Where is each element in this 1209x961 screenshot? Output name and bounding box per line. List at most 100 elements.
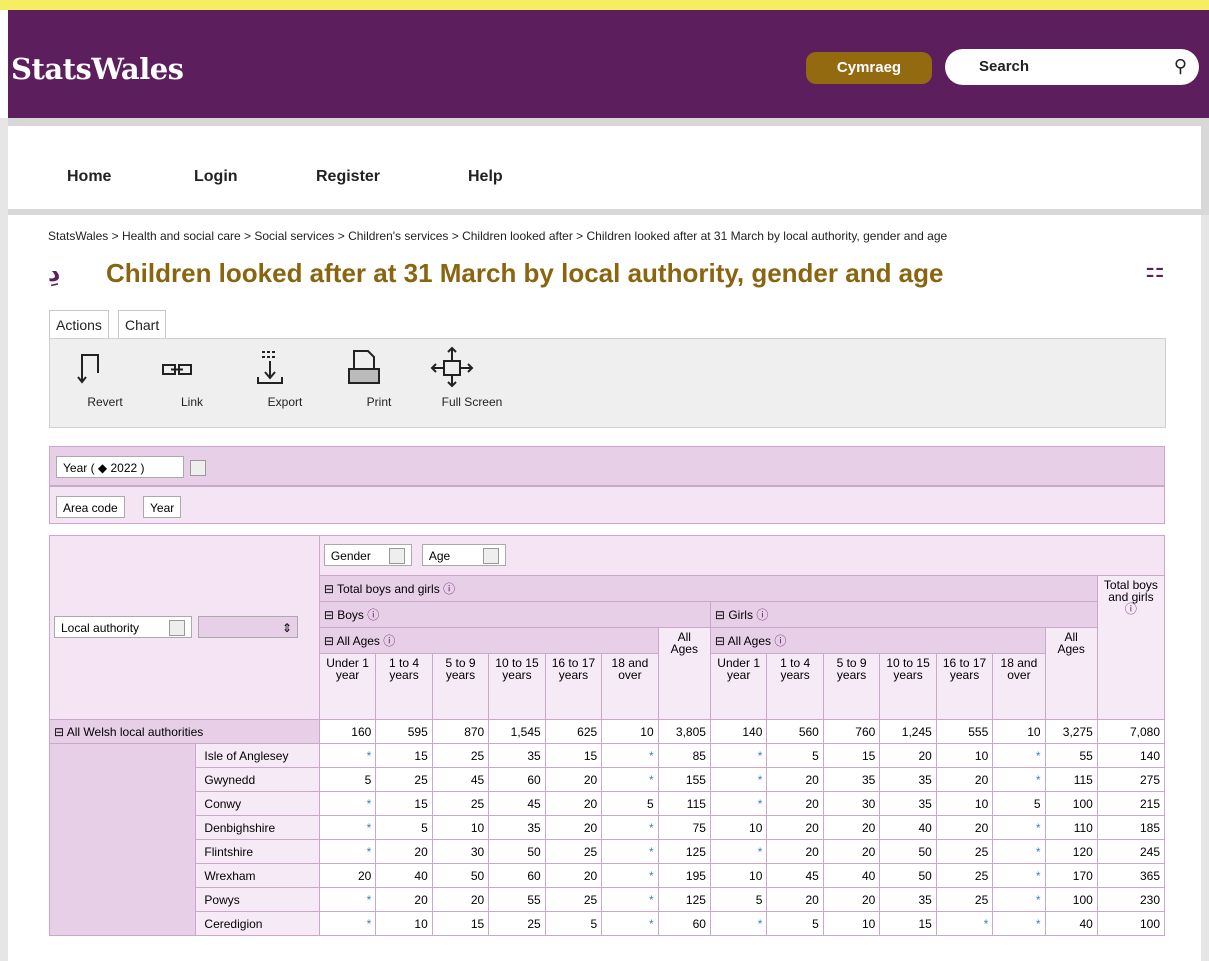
- language-button[interactable]: Cymraeg: [806, 52, 932, 84]
- age-col-header[interactable]: 16 to 17 years: [935, 653, 994, 720]
- breadcrumb-item[interactable]: Health and social care: [122, 229, 241, 243]
- table-cell: 155: [657, 767, 711, 792]
- table-row: Denbighshire * 5 10 35 20 * 75 10 20 20 40 20 * 110 185: [50, 815, 1166, 840]
- table-cell: 100: [1044, 887, 1098, 912]
- boys-all-ages-col[interactable]: All Ages: [657, 627, 711, 720]
- table-cell: *: [601, 911, 659, 936]
- row-header[interactable]: Powys: [195, 887, 320, 912]
- export-button[interactable]: Export: [250, 345, 320, 409]
- table-cell: 25: [431, 791, 490, 816]
- row-header[interactable]: Flintshire: [195, 839, 320, 864]
- boys-all-ages-header[interactable]: ⊟ All Ages ⓘ: [318, 627, 659, 654]
- table-cell: *: [318, 911, 377, 936]
- table-cell: 140: [1096, 743, 1166, 768]
- breadcrumb-item[interactable]: Children looked after: [462, 229, 573, 243]
- row-header[interactable]: Isle of Anglesey: [195, 743, 320, 768]
- column-dims: Gender Age: [318, 535, 1166, 576]
- table-cell: 870: [431, 719, 490, 744]
- link-button[interactable]: Link: [157, 345, 227, 409]
- row-header[interactable]: Conwy: [195, 791, 320, 816]
- row-header[interactable]: Ceredigion: [195, 911, 320, 936]
- age-col-header[interactable]: 5 to 9 years: [822, 653, 881, 720]
- info-icon[interactable]: ⓘ: [1125, 602, 1137, 616]
- table-cell: 10: [375, 911, 433, 936]
- age-col-header[interactable]: 10 to 15 years: [879, 653, 937, 720]
- age-col-header[interactable]: 16 to 17 years: [544, 653, 603, 720]
- table-cell: *: [601, 743, 659, 768]
- year-button[interactable]: Year: [143, 496, 182, 518]
- table-cell: 20: [375, 887, 433, 912]
- area-code-button[interactable]: Area code: [56, 496, 125, 518]
- breadcrumb-item[interactable]: StatsWales: [48, 229, 108, 243]
- nav-home[interactable]: Home: [67, 168, 111, 186]
- table-cell: 100: [1044, 791, 1098, 816]
- table-cell: 50: [431, 863, 490, 888]
- age-col-header[interactable]: 1 to 4 years: [375, 653, 433, 720]
- age-col-header[interactable]: 18 and over: [992, 653, 1046, 720]
- revert-button[interactable]: Revert: [70, 345, 140, 409]
- table-cell: 40: [375, 863, 433, 888]
- tab-chart[interactable]: Chart: [118, 310, 167, 339]
- main-nav: Home Login Register Help: [8, 118, 1209, 215]
- local-authority-sort[interactable]: ⇕: [198, 615, 298, 639]
- total-col-header[interactable]: Total boys and girls ⓘ: [1096, 575, 1166, 720]
- row-header[interactable]: Gwynedd: [195, 767, 320, 792]
- search-icon[interactable]: ⚲: [1174, 56, 1187, 77]
- table-cell: 25: [935, 839, 994, 864]
- nav-help[interactable]: Help: [468, 168, 503, 186]
- row-header[interactable]: ⊟ All Welsh local authorities: [49, 719, 320, 744]
- age-col-header[interactable]: Under 1 year: [318, 653, 377, 720]
- total-header[interactable]: ⊟ Total boys and girls ⓘ: [318, 575, 1098, 602]
- table-cell: 275: [1096, 767, 1166, 792]
- breadcrumb-item[interactable]: Children's services: [348, 229, 448, 243]
- gender-filter[interactable]: Gender: [323, 543, 412, 566]
- nav-login[interactable]: Login: [194, 168, 238, 186]
- age-col-header[interactable]: 18 and over: [601, 653, 659, 720]
- age-filter[interactable]: Age: [421, 543, 506, 566]
- table-cell: 365: [1096, 863, 1166, 888]
- breadcrumb-item[interactable]: Social services: [254, 229, 334, 243]
- year-filter[interactable]: Year ( ◆ 2022 ): [56, 456, 206, 478]
- nav-register[interactable]: Register: [316, 168, 380, 186]
- table-cell: 5: [766, 743, 824, 768]
- table-cell: 140: [709, 719, 768, 744]
- local-authority-filter[interactable]: Local authority: [54, 615, 192, 638]
- girls-all-ages-header[interactable]: ⊟ All Ages ⓘ: [709, 627, 1046, 654]
- age-col-header[interactable]: 10 to 15 years: [488, 653, 546, 720]
- table-cell: *: [992, 887, 1046, 912]
- row-header[interactable]: Wrexham: [195, 863, 320, 888]
- table-cell: *: [709, 839, 768, 864]
- chevron-down-icon[interactable]: [482, 547, 499, 564]
- table-cell: 25: [544, 839, 603, 864]
- info-icon[interactable]: ⓘ: [443, 582, 455, 596]
- table-cell: 40: [1044, 911, 1098, 936]
- page-title: Children looked after at 31 March by loc…: [106, 258, 944, 288]
- fullscreen-button[interactable]: Full Screen: [430, 345, 514, 409]
- chevron-down-icon[interactable]: [190, 460, 206, 476]
- info-icon[interactable]: ⓘ: [367, 608, 379, 622]
- info-icon[interactable]: ⓘ: [383, 634, 395, 648]
- search-box[interactable]: Search ⚲: [945, 49, 1199, 85]
- flask-icon[interactable]: ⚏: [1145, 257, 1165, 283]
- search-input[interactable]: Search: [979, 58, 1029, 75]
- table-row: Flintshire * 20 30 50 25 * 125 * 20 20 50 25 * 120 245: [50, 839, 1166, 864]
- age-col-header[interactable]: 1 to 4 years: [766, 653, 824, 720]
- table-cell: 120: [1044, 839, 1098, 864]
- table-cell: 20: [544, 815, 603, 840]
- sort-icon[interactable]: ⇕: [282, 617, 292, 639]
- girls-header[interactable]: ⊟ Girls ⓘ: [709, 601, 1098, 628]
- girls-all-ages-col[interactable]: All Ages: [1044, 627, 1098, 720]
- site-logo[interactable]: StatsWales: [11, 52, 184, 86]
- info-icon[interactable]: ⓘ: [774, 634, 786, 648]
- print-button[interactable]: Print: [344, 345, 414, 409]
- boys-header[interactable]: ⊟ Boys ⓘ: [318, 601, 711, 628]
- table-cell: *: [601, 863, 659, 888]
- tab-actions[interactable]: Actions: [49, 310, 109, 339]
- table-cell: 85: [657, 743, 711, 768]
- chevron-down-icon[interactable]: [388, 547, 405, 564]
- chevron-down-icon[interactable]: [169, 619, 185, 636]
- age-col-header[interactable]: 5 to 9 years: [431, 653, 490, 720]
- age-col-header[interactable]: Under 1 year: [709, 653, 768, 720]
- row-header[interactable]: Denbighshire: [195, 815, 320, 840]
- info-icon[interactable]: ⓘ: [756, 608, 768, 622]
